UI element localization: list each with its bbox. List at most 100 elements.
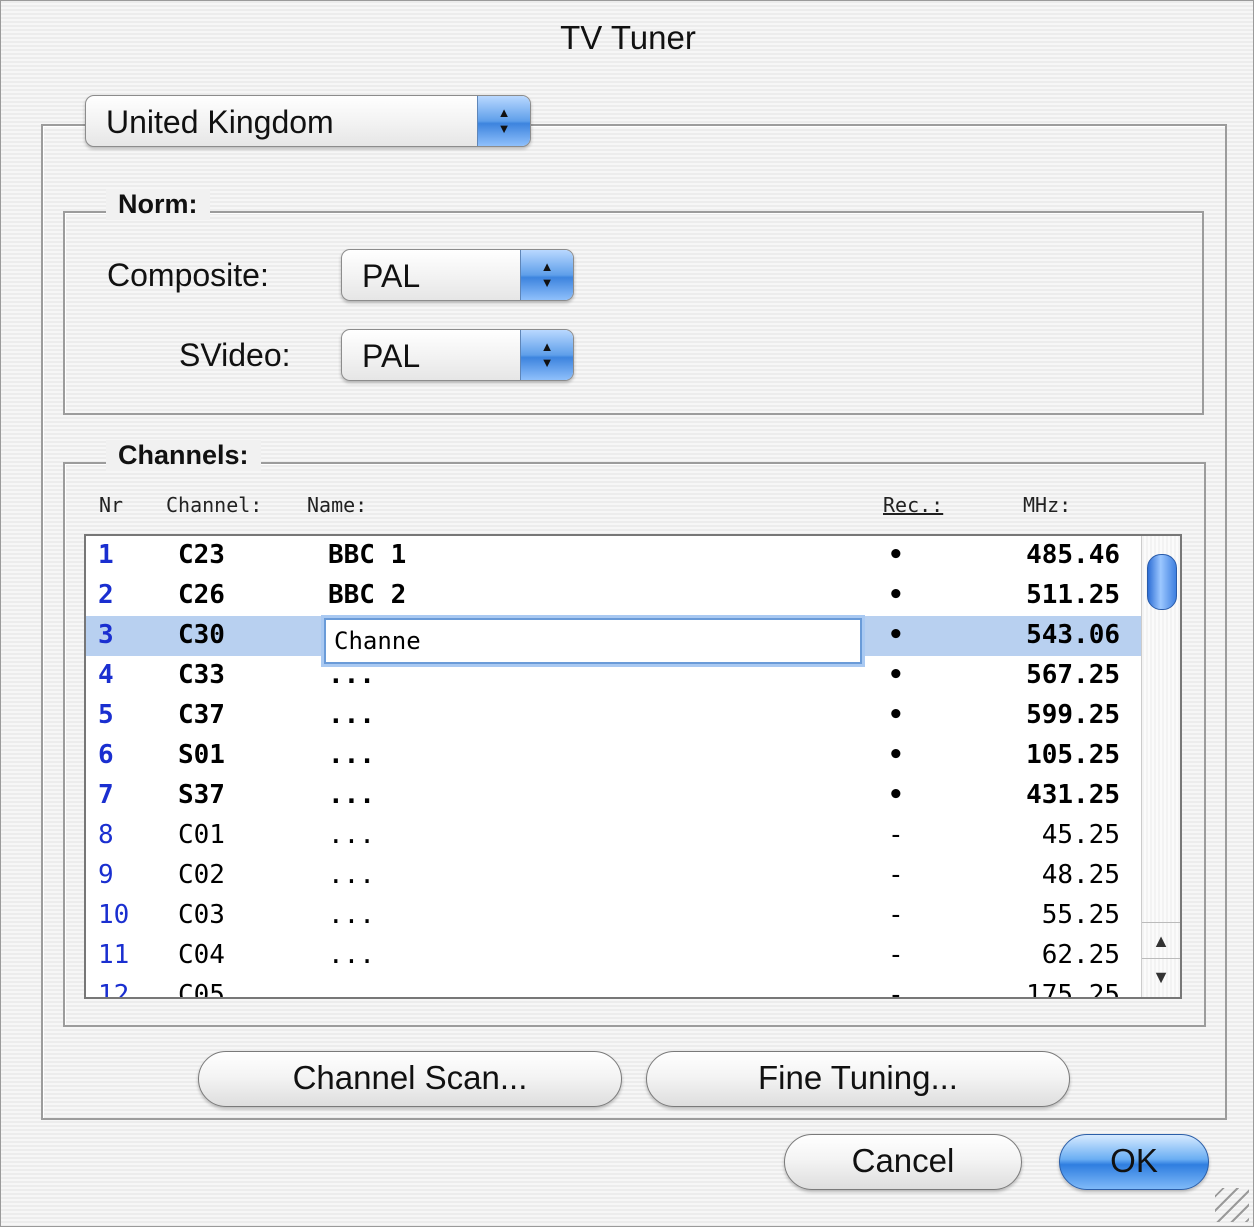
scroll-down-arrow-icon[interactable]: ▼ (1142, 958, 1180, 995)
row-channel: S01 (178, 740, 225, 770)
resize-grip-icon[interactable] (1215, 1188, 1249, 1222)
channels-legend: Channels: (106, 440, 261, 471)
table-row[interactable]: 2 C26 BBC 2 • 511.25 (86, 576, 1142, 616)
table-row[interactable]: 8 C01... - 45.25 (86, 816, 1142, 856)
row-mhz: 599.25 (1026, 700, 1120, 730)
channel-scan-button[interactable]: Channel Scan... (198, 1051, 622, 1107)
row-channel: C04 (178, 940, 225, 970)
window-title: TV Tuner (560, 19, 696, 56)
norm-group (63, 211, 1204, 415)
row-channel: C30 (178, 620, 225, 650)
row-rec: • (888, 780, 904, 810)
column-header-mhz[interactable]: MHz: (1023, 493, 1071, 517)
column-header-nr[interactable]: Nr (99, 493, 123, 517)
table-row[interactable]: 12 C05... - 175.25 (86, 976, 1142, 999)
scroll-up-arrow-icon[interactable]: ▲ (1142, 922, 1180, 959)
row-name: BBC 2 (328, 580, 407, 610)
row-mhz: 62.25 (1041, 940, 1120, 970)
row-number: 8 (98, 820, 114, 850)
norm-legend: Norm: (106, 189, 210, 220)
row-name: ... (328, 980, 375, 999)
row-name: ... (328, 740, 375, 770)
up-down-arrows-icon: ▲ ▼ (520, 250, 573, 300)
row-mhz: 105.25 (1026, 740, 1120, 770)
row-channel: C01 (178, 820, 225, 850)
row-channel: C33 (178, 660, 225, 690)
row-number: 1 (98, 540, 114, 570)
ok-button[interactable]: OK (1059, 1134, 1209, 1190)
row-mhz: 431.25 (1026, 780, 1120, 810)
row-name: ... (328, 660, 375, 690)
fine-tuning-button[interactable]: Fine Tuning... (646, 1051, 1070, 1107)
row-rec: • (888, 740, 904, 770)
row-number: 2 (98, 580, 114, 610)
row-rec: - (888, 900, 904, 930)
row-name: ... (328, 900, 375, 930)
row-number: 12 (98, 980, 130, 999)
row-rec: • (888, 540, 904, 570)
table-row[interactable]: 9 C02... - 48.25 (86, 856, 1142, 896)
row-number: 9 (98, 860, 114, 890)
row-rec: - (888, 980, 904, 999)
row-number: 4 (98, 660, 114, 690)
row-mhz: 175.25 (1026, 980, 1120, 999)
table-row[interactable]: 1 C23 BBC 1 • 485.46 (86, 536, 1142, 576)
table-row[interactable]: 10 C03... - 55.25 (86, 896, 1142, 936)
row-number: 3 (98, 620, 114, 650)
row-mhz: 48.25 (1041, 860, 1120, 890)
svideo-label: SVideo: (179, 337, 291, 373)
row-channel: C05 (178, 980, 225, 999)
vertical-scrollbar[interactable]: ▲ ▼ (1141, 536, 1180, 997)
svideo-popup-value: PAL (362, 338, 421, 374)
row-number: 11 (98, 940, 130, 970)
cancel-button[interactable]: Cancel (784, 1134, 1022, 1190)
row-rec: - (888, 940, 904, 970)
row-name: BBC 1 (328, 540, 407, 570)
row-mhz: 55.25 (1041, 900, 1120, 930)
row-channel: C03 (178, 900, 225, 930)
row-number: 5 (98, 700, 114, 730)
row-number: 6 (98, 740, 114, 770)
row-mhz: 567.25 (1026, 660, 1120, 690)
row-rec: • (888, 620, 904, 650)
row-rec: • (888, 700, 904, 730)
up-down-arrows-icon: ▲ ▼ (477, 96, 530, 146)
row-name: ... (328, 780, 375, 810)
svideo-popup[interactable]: PAL ▲ ▼ (341, 329, 574, 381)
column-header-rec[interactable]: Rec.: (883, 493, 943, 517)
row-name: ... (328, 700, 375, 730)
row-rec: - (888, 820, 904, 850)
row-channel: C23 (178, 540, 225, 570)
row-channel: C37 (178, 700, 225, 730)
row-name: ... (328, 820, 375, 850)
row-channel: C26 (178, 580, 225, 610)
row-number: 7 (98, 780, 114, 810)
row-mhz: 543.06 (1026, 620, 1120, 650)
table-row[interactable]: 11 C04... - 62.25 (86, 936, 1142, 976)
tv-tuner-window: TV Tuner United Kingdom ▲ ▼ Norm: Composi… (0, 0, 1254, 1227)
row-channel: S37 (178, 780, 225, 810)
table-row[interactable]: 6 S01... • 105.25 (86, 736, 1142, 776)
column-header-name[interactable]: Name: (307, 493, 367, 517)
channel-name-edit-field[interactable] (324, 618, 862, 664)
row-rec: • (888, 660, 904, 690)
row-name: ... (328, 940, 375, 970)
column-header-channel[interactable]: Channel: (166, 493, 262, 517)
row-rec: - (888, 860, 904, 890)
up-down-arrows-icon: ▲ ▼ (520, 330, 573, 380)
scroll-thumb[interactable] (1147, 554, 1177, 610)
row-mhz: 485.46 (1026, 540, 1120, 570)
table-row[interactable]: 7 S37... • 431.25 (86, 776, 1142, 816)
composite-popup[interactable]: PAL ▲ ▼ (341, 249, 574, 301)
row-channel: C02 (178, 860, 225, 890)
table-row[interactable]: 5 C37... • 599.25 (86, 696, 1142, 736)
row-mhz: 45.25 (1041, 820, 1120, 850)
row-name: ... (328, 860, 375, 890)
composite-popup-value: PAL (362, 258, 421, 294)
row-mhz: 511.25 (1026, 580, 1120, 610)
row-rec: • (888, 580, 904, 610)
channel-list[interactable]: 1 C23 BBC 1 • 485.46 2 C26 BBC 2 • 511.25 3 C30 • 543… (84, 534, 1182, 999)
composite-label: Composite: (107, 257, 269, 293)
country-popup[interactable]: United Kingdom ▲ ▼ (85, 95, 531, 147)
row-number: 10 (98, 900, 130, 930)
